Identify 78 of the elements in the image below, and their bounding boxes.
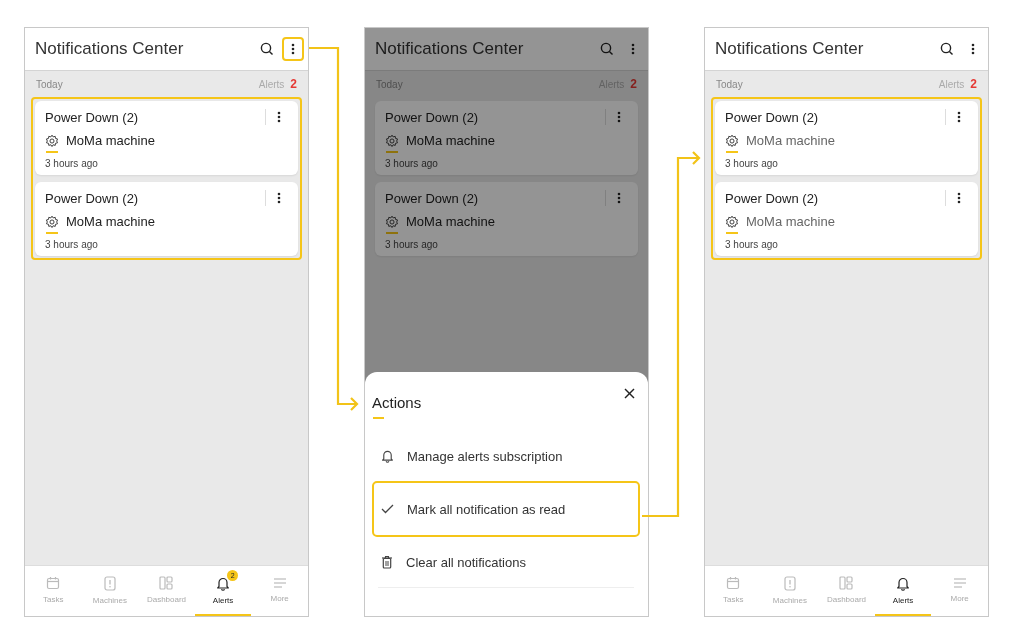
kebab-icon [291,43,295,55]
dashboard-icon [839,576,854,590]
machine-name: MoMa machine [746,214,835,229]
kebab-icon [957,111,961,123]
section-label: Today [716,78,744,90]
accent-line [386,151,398,153]
notification-card[interactable]: Power Down (2) MoMa machine 3 hours ago [35,182,298,256]
notification-card[interactable]: Power Down (2) MoMa machine 3 hours ago [715,182,978,256]
timestamp: 3 hours ago [45,158,99,169]
sheet-title: Actions [372,394,422,411]
kebab-icon [617,192,621,204]
action-item[interactable]: Clear all notifications [372,537,640,587]
screen-title: Notifications Center [715,39,865,59]
alerts-label: Alerts [258,78,285,90]
kebab-icon [617,111,621,123]
alerts-count: 2 [290,77,297,91]
search-icon [260,42,274,56]
bell-icon [216,575,231,591]
close-icon [623,388,635,399]
notification-card[interactable]: Power Down (2) MoMa machine 3 hours ago [375,101,638,175]
bell-icon [896,575,911,591]
check-icon [381,504,394,514]
calendar-icon [726,576,741,590]
machine-name: MoMa machine [406,133,495,148]
dashboard-icon [159,576,174,590]
gear-icon [725,133,739,148]
timestamp: 3 hours ago [385,239,439,250]
action-item[interactable]: Mark all notification as read [372,481,640,537]
kebab-icon [277,111,281,123]
timestamp: 3 hours ago [725,158,779,169]
timestamp: 3 hours ago [725,239,779,250]
accent-line [726,151,738,153]
timestamp: 3 hours ago [385,158,439,169]
menu-icon [272,577,287,589]
gear-icon [385,133,399,148]
accent-line [386,232,398,234]
alerts-count: 2 [970,77,977,91]
alerts-label: Alerts [938,78,965,90]
machine-name: MoMa machine [746,133,835,148]
screen-title: Notifications Center [375,39,525,59]
search-icon [940,42,954,56]
kebab-icon [971,43,975,55]
trash-icon [381,555,393,569]
timestamp: 3 hours ago [45,239,99,250]
card-title: Power Down (2) [45,109,140,125]
card-title: Power Down (2) [725,109,820,125]
card-title: Power Down (2) [385,190,480,206]
notification-card[interactable]: Power Down (2) MoMa machine 3 hours ago [715,101,978,175]
machine-name: MoMa machine [406,214,495,229]
more-options-button[interactable] [282,37,304,61]
screen-title: Notifications Center [35,39,185,59]
accent-line [46,151,58,153]
action-item[interactable]: Manage alerts subscription [372,431,640,481]
gear-icon [385,214,399,229]
nav-tab[interactable]: Alerts [874,566,932,616]
kebab-icon [957,192,961,204]
search-icon [600,42,614,56]
gear-icon [45,214,59,229]
machine-name: MoMa machine [66,214,155,229]
accent-line [46,232,58,234]
card-title: Power Down (2) [385,109,480,125]
alerts-count: 2 [630,77,637,91]
section-label: Today [36,78,64,90]
card-title: Power Down (2) [725,190,820,206]
gear-icon [725,214,739,229]
kebab-icon [631,43,635,55]
accent-line [726,232,738,234]
machine-name: MoMa machine [66,133,155,148]
tablet-icon [783,575,796,591]
tablet-icon [103,575,116,591]
card-title: Power Down (2) [45,190,140,206]
notification-card[interactable]: Power Down (2) MoMa machine 3 hours ago [375,182,638,256]
bell-icon [381,449,394,463]
kebab-icon [277,192,281,204]
gear-icon [45,133,59,148]
menu-icon [952,577,967,589]
calendar-icon [46,576,61,590]
notification-card[interactable]: Power Down (2) MoMa machine 3 hours ago [35,101,298,175]
